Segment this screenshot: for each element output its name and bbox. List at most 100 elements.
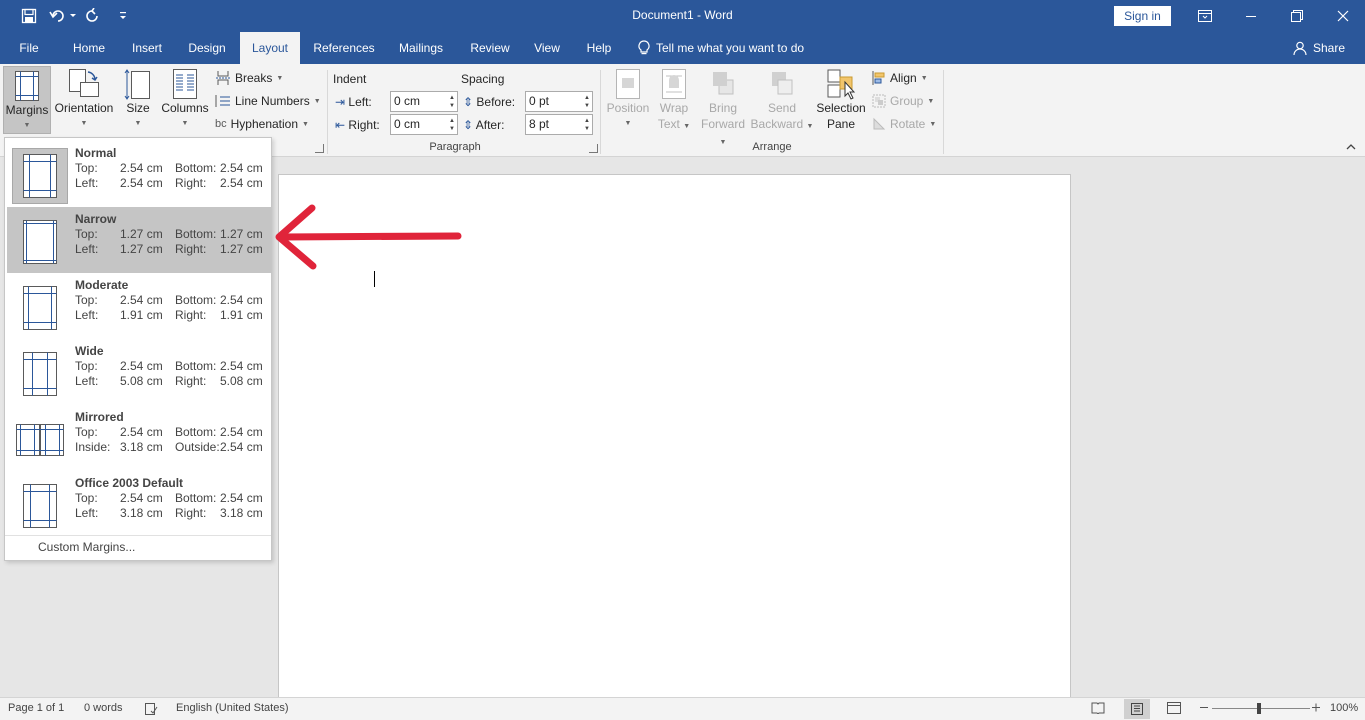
paragraph-launcher-icon[interactable] [589,144,598,153]
spacing-before-input[interactable]: 0 pt ▲ ▼ [525,91,593,112]
page-setup-launcher-icon[interactable] [315,144,324,153]
position-button[interactable]: Position ▼ [604,68,652,132]
breaks-icon [216,71,230,85]
tab-references[interactable]: References [308,32,380,64]
send-backward-label-2: Backward [750,117,804,131]
undo-icon[interactable] [48,6,78,26]
rotate-label: Rotate [890,117,926,131]
wrap-text-label-2: Text [657,117,680,131]
zoom-in-icon[interactable] [1311,700,1321,717]
margins-button[interactable]: Margins ▼ [3,66,51,134]
rotate-button[interactable]: Rotate ▼ [872,114,936,134]
margin-option-narrow[interactable]: Narrow Top: 1.27 cm Bottom: 1.27 cm Left: 1.… [7,207,271,273]
spacing-before-icon: ⇕ [463,95,474,109]
size-label: Size [126,101,150,115]
indent-left-input[interactable]: 0 cm ▲ ▼ [390,91,458,112]
size-button[interactable]: Size ▼ [119,68,157,132]
selection-pane-label-2: Pane [826,117,856,131]
tab-help[interactable]: Help [580,32,618,64]
tab-review[interactable]: Review [464,32,516,64]
line-numbers-icon [215,95,230,107]
orientation-button[interactable]: Orientation ▼ [54,68,114,132]
print-layout-icon[interactable] [1124,699,1150,719]
bring-forward-label-2: Forward [700,117,745,131]
share-button[interactable]: Share [1293,32,1345,64]
mirrored-margins-icon [16,424,64,456]
close-icon[interactable] [1320,0,1365,32]
custom-margins-menu-item[interactable]: Custom Margins... [5,535,271,559]
zoom-out-icon[interactable] [1199,700,1209,717]
spacing-after-icon: ⇕ [463,118,474,132]
indent-right-input[interactable]: 0 cm ▲ ▼ [390,114,458,135]
hyphenation-icon: bc [215,118,227,130]
margin-option-moderate[interactable]: Moderate Top: 2.54 cm Bottom: 2.54 cm Left:… [7,273,271,339]
margin-option-normal[interactable]: Normal Top: 2.54 cm Bottom: 2.54 cm Left: 2.… [7,141,271,207]
bring-forward-icon [713,72,734,95]
redo-icon[interactable] [82,6,104,26]
hyphenation-button[interactable]: bc Hyphenation ▼ [215,114,309,134]
line-numbers-button[interactable]: Line Numbers ▼ [215,91,321,111]
word-count[interactable]: 0 words [84,702,123,714]
tab-design[interactable]: Design [180,32,234,64]
status-bar: Page 1 of 1 0 words English (United Stat… [0,697,1365,720]
tell-me-search[interactable]: Tell me what you want to do [638,32,804,64]
normal-margins-icon [23,154,57,198]
bring-forward-button[interactable]: Bring Forward ▼ [696,68,750,151]
zoom-slider[interactable] [1212,708,1310,709]
group-label: Group [890,94,924,108]
columns-icon [173,69,197,99]
zoom-level[interactable]: 100% [1330,702,1358,714]
narrow-margins-icon [23,220,57,264]
tab-mailings[interactable]: Mailings [392,32,450,64]
size-icon [124,69,150,100]
group-button[interactable]: Group ▼ [872,91,934,111]
moderate-margins-icon [23,286,57,330]
spacing-before-label: ⇕ Before: [463,95,516,109]
proofing-icon[interactable] [144,702,158,719]
minimize-icon[interactable] [1228,0,1274,32]
selection-pane-button[interactable]: Selection Pane [814,68,868,132]
margin-option-wide[interactable]: Wide Top: 2.54 cm Bottom: 2.54 cm Left: 5.08… [7,339,271,405]
red-arrow-annotation [275,204,462,270]
person-icon [1293,41,1307,55]
customize-qat-icon[interactable] [112,6,134,26]
collapse-ribbon-icon[interactable] [1344,140,1358,154]
wrap-text-button[interactable]: Wrap Text ▼ [654,68,694,135]
margin-option-mirrored[interactable]: Mirrored Top: 2.54 cm Bottom: 2.54 cm Insid… [7,405,271,471]
arrange-group-label: Arrange [752,141,792,153]
margin-option-name: Normal [75,146,117,160]
breaks-button[interactable]: Breaks ▼ [215,68,283,88]
share-label: Share [1313,41,1346,55]
margin-option-office-2003[interactable]: Office 2003 Default Top: 2.54 cm Bottom: 2.… [7,471,271,537]
margin-option-name: Office 2003 Default [75,476,184,490]
zoom-slider-thumb[interactable] [1257,703,1261,714]
position-label: Position [606,101,650,115]
align-button[interactable]: Align ▼ [872,68,928,88]
language[interactable]: English (United States) [176,702,289,714]
margins-dropdown: Normal Top: 2.54 cm Bottom: 2.54 cm Left: 2.… [4,137,272,561]
margins-icon [15,71,39,101]
tab-insert[interactable]: Insert [124,32,170,64]
tab-layout[interactable]: Layout [240,32,300,64]
wrap-text-icon [662,69,686,99]
margin-option-name: Wide [75,344,104,358]
spacing-heading: Spacing [461,72,505,86]
rotate-icon [873,117,886,130]
save-icon[interactable] [18,6,40,26]
spacing-after-input[interactable]: 8 pt ▲ ▼ [525,114,593,135]
send-backward-button[interactable]: Send Backward ▼ [750,68,814,135]
web-layout-icon[interactable] [1167,702,1181,717]
tab-view[interactable]: View [528,32,566,64]
selection-pane-label-1: Selection [816,101,866,115]
breaks-label: Breaks [235,71,273,85]
sign-in-button[interactable]: Sign in [1114,6,1171,26]
margin-option-name: Narrow [75,212,117,226]
tab-file[interactable]: File [10,32,48,64]
columns-button[interactable]: Columns ▼ [160,68,210,132]
wide-margins-icon [23,352,57,396]
page-count[interactable]: Page 1 of 1 [8,702,64,714]
read-mode-icon[interactable] [1091,702,1105,717]
restore-icon[interactable] [1274,0,1320,32]
tab-home[interactable]: Home [64,32,114,64]
ribbon-display-options-icon[interactable] [1182,0,1228,32]
